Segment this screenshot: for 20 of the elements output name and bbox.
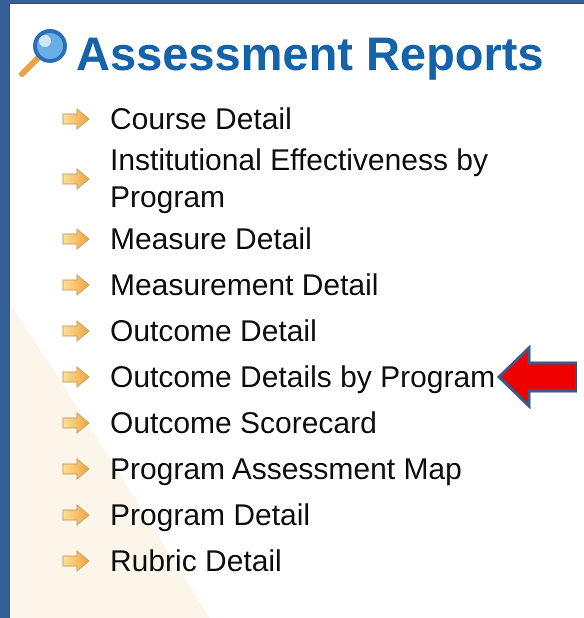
arrow-icon: [62, 108, 90, 130]
report-link[interactable]: Program Detail: [110, 496, 310, 534]
report-link[interactable]: Program Assessment Map: [110, 450, 462, 488]
arrow-icon: [62, 412, 90, 434]
report-link[interactable]: Measurement Detail: [110, 266, 378, 304]
arrow-icon: [62, 550, 90, 572]
report-link[interactable]: Outcome Detail: [110, 312, 317, 350]
report-link[interactable]: Measure Detail: [110, 220, 312, 258]
arrow-icon: [62, 228, 90, 250]
arrow-icon: [62, 274, 90, 296]
report-link[interactable]: Rubric Detail: [110, 542, 282, 580]
report-link[interactable]: Course Detail: [110, 100, 292, 138]
arrow-icon: [62, 320, 90, 342]
arrow-icon: [62, 504, 90, 526]
arrow-icon: [62, 366, 90, 388]
arrow-icon: [62, 458, 90, 480]
report-link[interactable]: Outcome Details by Program: [110, 358, 496, 396]
report-link[interactable]: Outcome Scorecard: [110, 404, 377, 442]
arrow-icon: [62, 168, 90, 190]
report-link[interactable]: Institutional Effectiveness by Program: [110, 142, 520, 216]
